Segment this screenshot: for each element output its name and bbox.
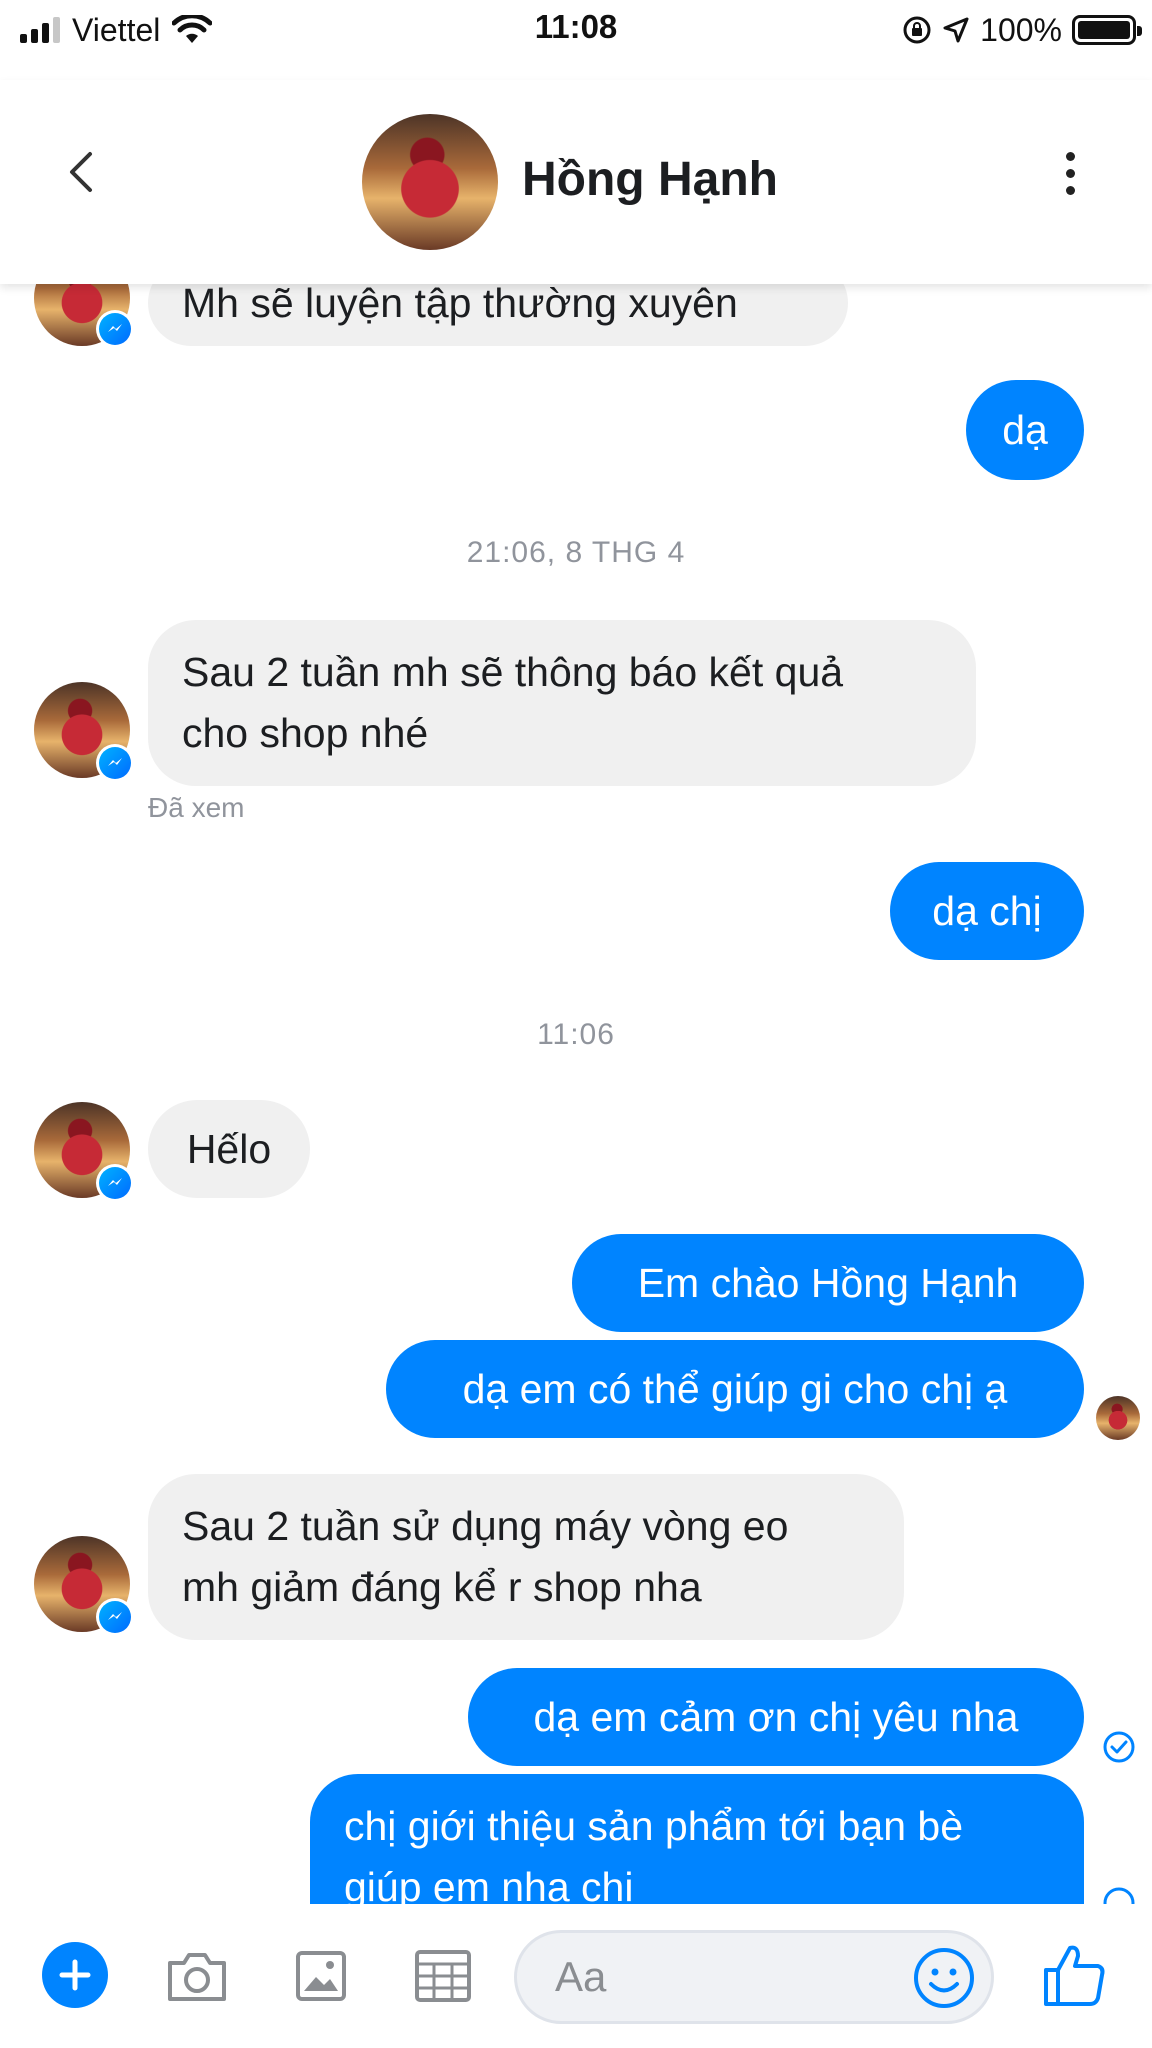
message-text-line: mh giảm đáng kể r shop nha [182,1564,702,1610]
camera-icon [168,1953,226,2001]
timestamp: 21:06, 8 THG 4 [466,536,686,569]
emoji-icon[interactable] [911,1945,977,2011]
image-icon [296,1951,346,2001]
message-composer [0,1904,1152,2048]
message-text-line: cho shop nhé [182,710,429,756]
incoming-message[interactable]: Hếlo [148,1100,310,1198]
table-button[interactable] [408,1944,478,2008]
timestamp: 11:06 [537,1018,615,1051]
thumbs-up-icon[interactable] [1040,1940,1110,2010]
messenger-badge-icon [96,1164,134,1202]
message-text: dạ em cảm ơn chị yêu nha [533,1694,1019,1740]
outgoing-message[interactable]: Em chào Hồng Hạnh [572,1234,1084,1332]
message-text-line: Sau 2 tuần mh sẽ thông báo kết quả [182,649,844,695]
message-text: dạ em có thể giúp gi cho chị ạ [462,1366,1008,1412]
plus-button[interactable] [42,1942,108,2008]
outgoing-message[interactable]: dạ em cảm ơn chị yêu nha [468,1668,1084,1766]
seen-avatar [1096,1396,1140,1440]
contact-avatar[interactable] [362,114,498,250]
plus-icon [59,1959,91,1991]
incoming-message[interactable]: Sau 2 tuần sử dụng máy vòng eo mh giảm đ… [148,1474,904,1640]
message-text: dạ [1002,407,1048,453]
seen-status: Đã xem [148,792,245,823]
message-text-line: chị giới thiệu sản phẩm tới bạn bè [344,1803,964,1849]
chat-header: Hồng Hạnh [0,80,1152,284]
image-button[interactable] [286,1944,356,2008]
outgoing-message[interactable]: chị giới thiệu sản phẩm tới bạn bè giúp … [310,1774,1084,1914]
message-text-line: Sau 2 tuần sử dụng máy vòng eo [182,1503,789,1549]
outgoing-message[interactable]: dạ chị [890,862,1084,960]
outgoing-message[interactable]: dạ em có thể giúp gi cho chị ạ [386,1340,1084,1438]
sent-check-icon [1103,1731,1135,1763]
outgoing-message[interactable]: dạ [966,380,1084,480]
message-text: Mh sẽ luyện tập thường xuyên [182,280,738,326]
more-vertical-icon[interactable] [1054,138,1086,208]
messenger-badge-icon [96,1598,134,1636]
back-chevron-icon [70,152,92,192]
contact-name[interactable]: Hồng Hạnh [522,152,778,207]
message-input[interactable] [555,1949,855,2005]
message-text: dạ chị [932,888,1042,934]
messenger-badge-icon [96,310,134,348]
messenger-badge-icon [96,744,134,782]
conversation[interactable]: Mh sẽ luyện tập thường xuyên dạ 21:06, 8… [0,0,1152,1919]
incoming-message[interactable]: Sau 2 tuần mh sẽ thông báo kết quả cho s… [148,620,976,786]
message-input-container[interactable] [514,1930,994,2024]
message-text: Hếlo [186,1126,272,1172]
back-button[interactable] [56,142,106,202]
camera-button[interactable] [162,1944,232,2008]
table-icon [415,1950,471,2002]
message-text: Em chào Hồng Hạnh [637,1260,1019,1306]
